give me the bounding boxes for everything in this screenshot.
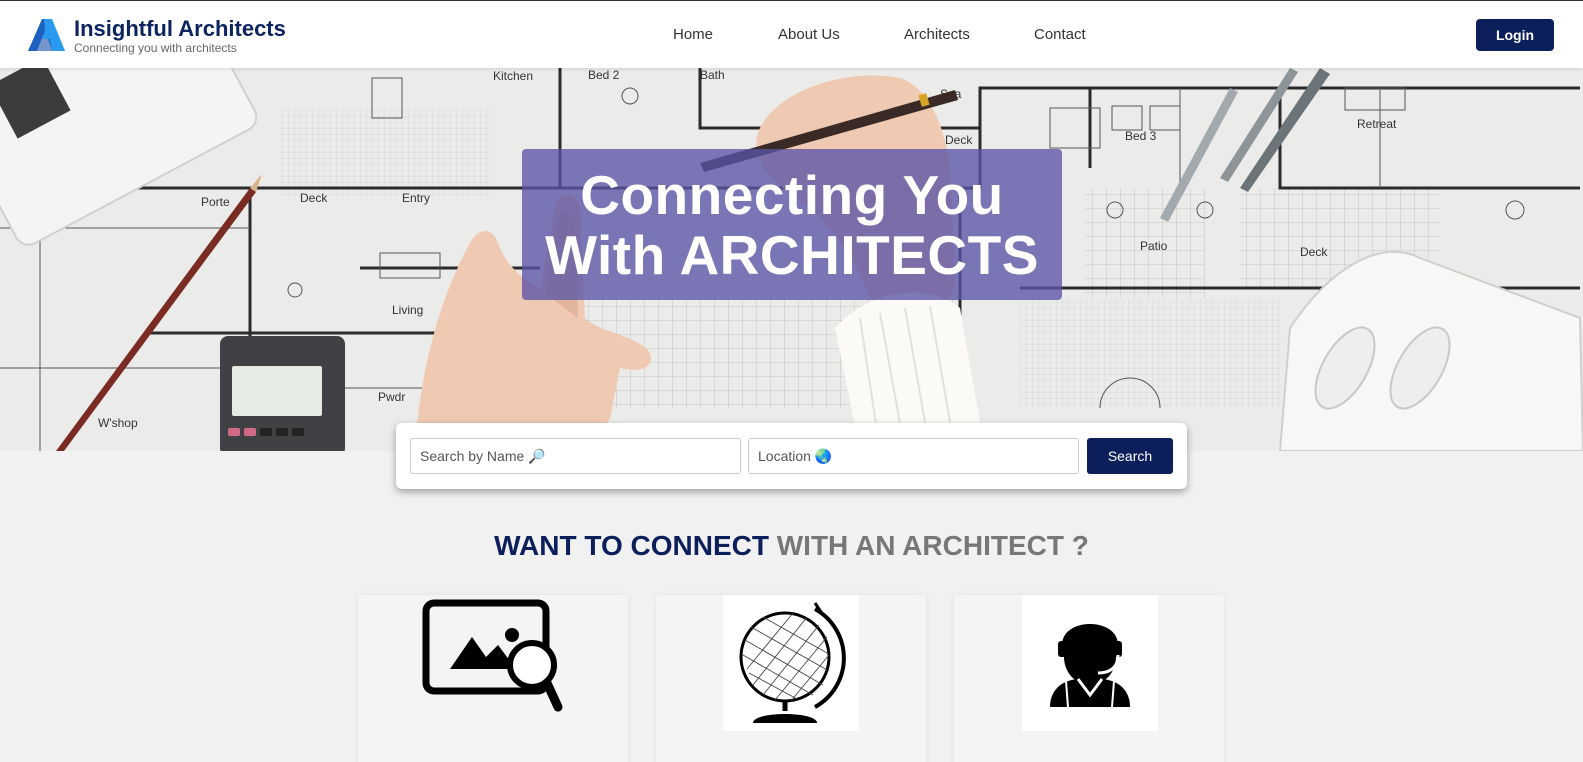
globe-icon	[723, 595, 859, 731]
search-button[interactable]: Search	[1087, 438, 1173, 474]
login-button[interactable]: Login	[1476, 19, 1554, 51]
plan-label: Kitchen	[493, 69, 533, 83]
plan-label: Entry	[402, 191, 430, 205]
logo-icon[interactable]	[28, 17, 66, 53]
nav-contact[interactable]: Contact	[1034, 26, 1086, 43]
feature-card[interactable]	[656, 595, 926, 762]
plan-label: Bath	[700, 68, 725, 82]
image-search-icon	[420, 595, 563, 731]
location-input[interactable]	[748, 438, 1079, 474]
section-heading-dark: WANT TO CONNECT	[494, 530, 769, 561]
nav-architects[interactable]: Architects	[904, 26, 970, 43]
hero-headline-box: Connecting You With ARCHITECTS	[522, 149, 1062, 300]
hero-banner: Kitchen Bed 2 Bath Spa Deck Bed 3 Retrea…	[0, 68, 1583, 451]
nav-about-us[interactable]: About Us	[778, 26, 840, 43]
hero-headline-line1: Connecting You	[580, 163, 1004, 226]
hero-headline-line2: With ARCHITECTS	[545, 223, 1039, 286]
plan-label: Deck	[1300, 245, 1328, 259]
section-heading: WANT TO CONNECT WITH AN ARCHITECT ?	[0, 530, 1583, 562]
feature-card[interactable]	[954, 595, 1224, 762]
support-agent-icon	[1022, 595, 1158, 731]
section-heading-grey: WITH AN ARCHITECT ?	[768, 530, 1089, 561]
plan-label: Deck	[300, 191, 328, 205]
brand-title[interactable]: Insightful Architects	[74, 16, 286, 42]
plan-label: Living	[392, 303, 423, 317]
nav-home[interactable]: Home	[673, 26, 713, 43]
plan-label: W'shop	[98, 416, 138, 430]
plan-label: Deck	[945, 133, 973, 147]
plan-label: Patio	[1140, 239, 1168, 253]
search-panel: Search	[396, 423, 1187, 489]
plan-label: Porte	[201, 195, 230, 209]
plan-label: Bed 2	[588, 68, 620, 82]
navbar: Insightful Architects Connecting you wit…	[0, 0, 1583, 68]
plan-label: Retreat	[1357, 117, 1397, 131]
search-name-input[interactable]	[410, 438, 741, 474]
brand-subtitle: Connecting you with architects	[74, 41, 237, 55]
plan-label: Bed 3	[1125, 129, 1157, 143]
plan-label: Pwdr	[378, 390, 405, 404]
feature-card[interactable]	[358, 595, 628, 762]
